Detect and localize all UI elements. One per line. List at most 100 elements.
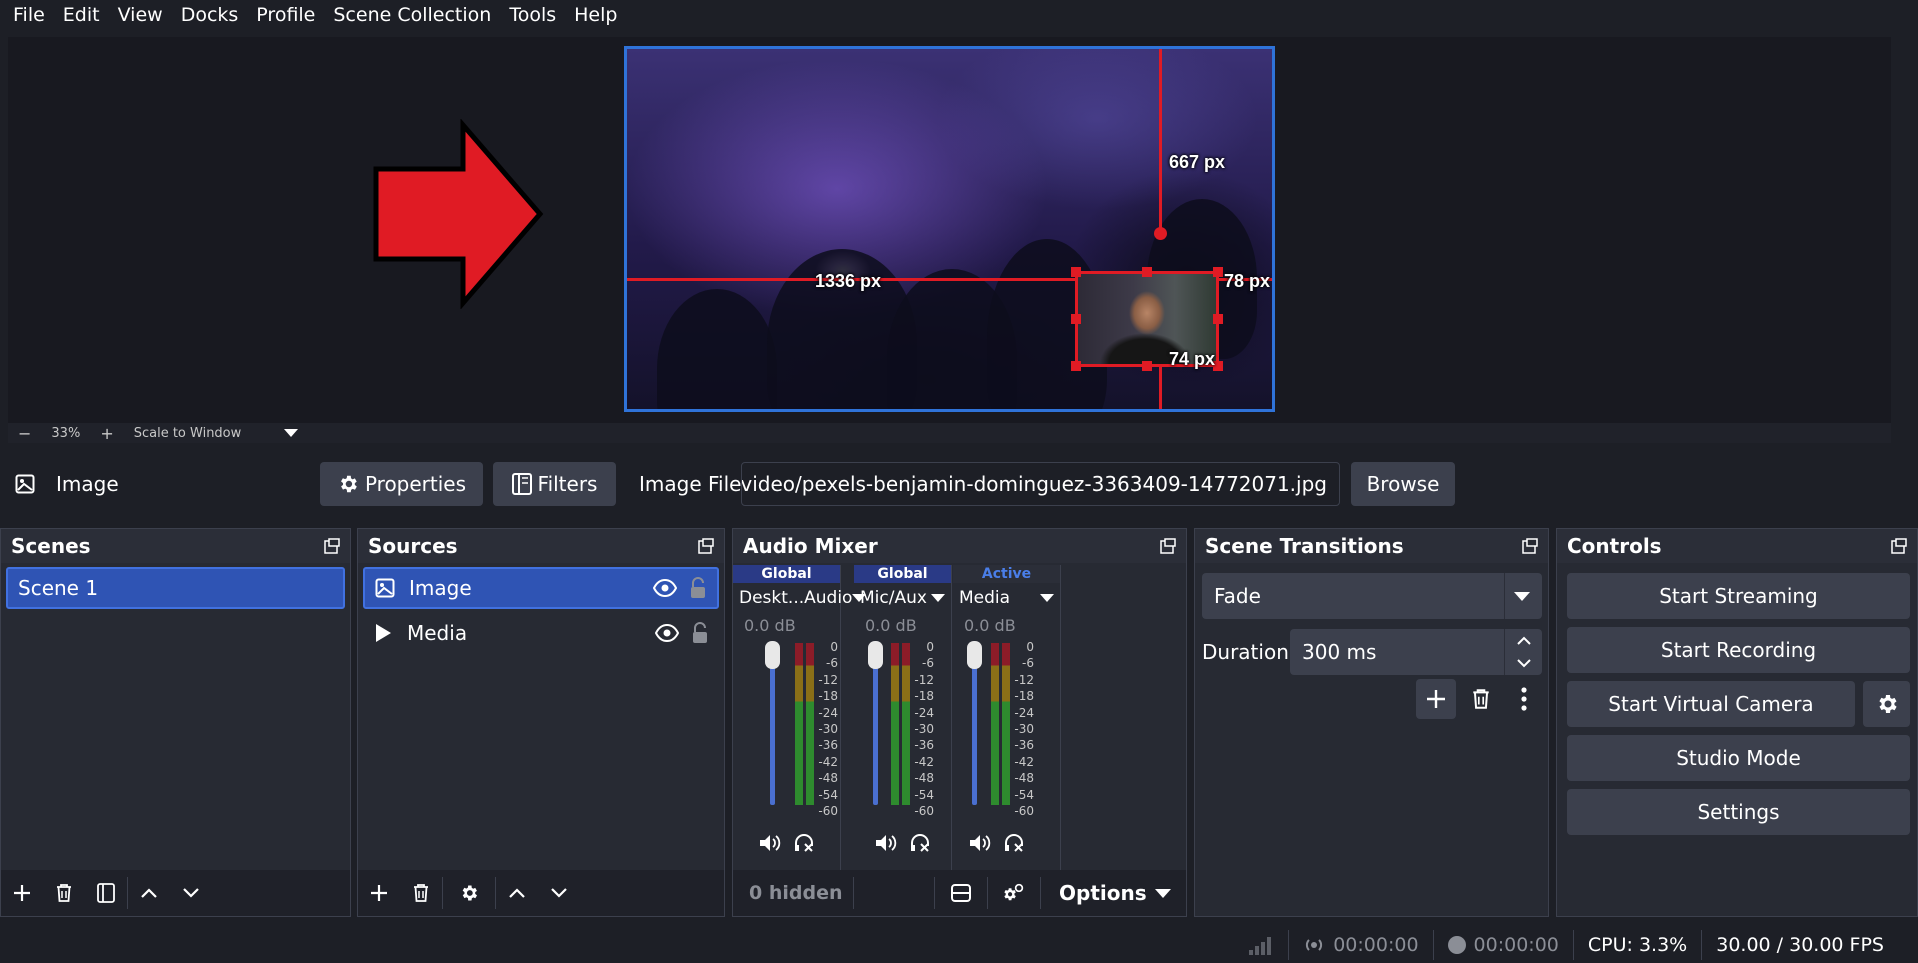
source-item-label: Media	[407, 621, 468, 645]
resize-handle-top-right[interactable]	[1213, 267, 1223, 277]
source-item-media[interactable]: Media	[363, 612, 719, 654]
chevron-down-icon[interactable]	[283, 429, 298, 437]
scale-tick: -24	[818, 705, 838, 720]
channel-icon-row	[733, 833, 841, 853]
scale-tick: -18	[914, 689, 934, 704]
menu-profile[interactable]: Profile	[247, 0, 324, 30]
scale-tick: -24	[914, 705, 934, 720]
transition-type-select[interactable]: Fade	[1202, 573, 1542, 619]
eye-icon[interactable]	[653, 579, 677, 597]
chevron-up-icon	[509, 888, 525, 898]
start-recording-button[interactable]: Start Recording	[1567, 627, 1910, 673]
scenes-dock-header: Scenes	[1, 529, 350, 563]
resize-handle-right[interactable]	[1213, 314, 1223, 324]
chevron-down-icon[interactable]	[1516, 657, 1532, 669]
browse-button[interactable]: Browse	[1351, 462, 1455, 506]
studio-mode-button[interactable]: Studio Mode	[1567, 735, 1910, 781]
scenes-title: Scenes	[11, 534, 91, 558]
duration-label: Duration	[1202, 640, 1289, 664]
volume-fader-handle[interactable]	[868, 641, 883, 669]
menu-scene-collection[interactable]: Scene Collection	[324, 0, 500, 30]
play-icon	[376, 624, 391, 642]
eye-icon[interactable]	[655, 624, 679, 642]
filters-button[interactable]: Filters	[493, 462, 616, 506]
scene-filters-button[interactable]	[85, 870, 127, 916]
virtual-camera-settings-button[interactable]	[1863, 681, 1910, 727]
image-source-bounds[interactable]: 667 px 1336 px 78 px 74 px	[624, 46, 1275, 412]
zoom-in-button[interactable]: +	[90, 424, 123, 443]
move-scene-down-button[interactable]	[170, 870, 212, 916]
lock-icon[interactable]	[691, 622, 709, 644]
start-streaming-button[interactable]: Start Streaming	[1567, 573, 1910, 619]
remove-scene-button[interactable]	[43, 870, 85, 916]
image-file-field[interactable]: rive/video/pexels-benjamin-dominguez-336…	[741, 462, 1340, 506]
chevron-up-icon	[141, 888, 157, 898]
undock-icon[interactable]	[1160, 538, 1176, 554]
undock-icon[interactable]	[1522, 538, 1538, 554]
headphones-off-icon[interactable]	[1003, 833, 1025, 853]
duration-spinbox[interactable]: 300 ms	[1290, 629, 1542, 675]
preview-canvas[interactable]: 667 px 1336 px 78 px 74 px	[8, 37, 1891, 423]
source-properties-button[interactable]	[443, 870, 495, 916]
volume-fader-handle[interactable]	[765, 641, 780, 669]
audio-mixer-toolbar: 0 hidden Options	[733, 870, 1186, 916]
remove-source-button[interactable]	[400, 870, 442, 916]
selected-source-name: Image	[56, 472, 119, 496]
speaker-icon[interactable]	[969, 833, 991, 853]
scene-item-label: Scene 1	[18, 576, 99, 600]
add-scene-button[interactable]	[1, 870, 43, 916]
properties-button[interactable]: Properties	[320, 462, 483, 506]
resize-handle-bottom[interactable]	[1142, 361, 1152, 371]
resize-handle-left[interactable]	[1071, 314, 1081, 324]
scene-item[interactable]: Scene 1	[6, 567, 345, 609]
undock-icon[interactable]	[324, 538, 340, 554]
menu-help[interactable]: Help	[565, 0, 626, 30]
move-source-down-button[interactable]	[538, 870, 580, 916]
scale-tick: -48	[1014, 771, 1034, 786]
resize-handle-bottom-left[interactable]	[1071, 361, 1081, 371]
mixer-channel-media: Active Media 0.0 dB 0 -6 -12 -18 -24 -30 -36 -4…	[953, 565, 1061, 870]
chevron-up-icon[interactable]	[1516, 635, 1532, 647]
speaker-icon[interactable]	[759, 833, 781, 853]
scale-tick: -12	[1014, 672, 1034, 687]
headphones-off-icon[interactable]	[793, 833, 815, 853]
source-item-image[interactable]: Image	[363, 567, 719, 609]
add-source-button[interactable]	[358, 870, 400, 916]
channel-name-select[interactable]: Deskt...Audio	[733, 583, 867, 613]
scale-tick: -60	[914, 804, 934, 819]
speaker-icon[interactable]	[875, 833, 897, 853]
menu-file[interactable]: File	[4, 0, 54, 30]
volume-fader-handle[interactable]	[967, 641, 982, 669]
scale-mode-select[interactable]: Scale to Window	[124, 426, 284, 441]
scale-tick: -24	[1014, 705, 1034, 720]
menu-view[interactable]: View	[109, 0, 172, 30]
cpu-usage: CPU: 3.3%	[1572, 929, 1701, 960]
undock-icon[interactable]	[698, 538, 714, 554]
red-arrow-shape[interactable]	[368, 119, 548, 309]
mixer-channel-desktop-audio: Global Deskt...Audio 0.0 dB 0 -6 -12 -18 -24…	[733, 565, 867, 870]
lock-icon[interactable]	[689, 577, 707, 599]
move-scene-up-button[interactable]	[128, 870, 170, 916]
audio-mixer-title: Audio Mixer	[743, 534, 878, 558]
remove-transition-button[interactable]	[1461, 679, 1501, 719]
resize-handle-top[interactable]	[1142, 267, 1152, 277]
settings-button[interactable]: Settings	[1567, 789, 1910, 835]
undock-icon[interactable]	[1891, 538, 1907, 554]
menu-tools[interactable]: Tools	[500, 0, 565, 30]
menu-docks[interactable]: Docks	[172, 0, 248, 30]
zoom-out-button[interactable]: −	[8, 424, 41, 443]
add-transition-button[interactable]	[1416, 679, 1456, 719]
channel-name-select[interactable]: Media	[953, 583, 1060, 613]
mixer-options-button[interactable]: Options	[1041, 881, 1171, 905]
headphones-off-icon[interactable]	[909, 833, 931, 853]
menu-edit[interactable]: Edit	[54, 0, 109, 30]
resize-handle-top-left[interactable]	[1071, 267, 1081, 277]
transition-more-button[interactable]	[1506, 679, 1542, 719]
mixer-advanced-button[interactable]	[988, 870, 1040, 916]
channel-name-select[interactable]: Mic/Aux	[854, 583, 951, 613]
start-virtual-camera-button[interactable]: Start Virtual Camera	[1567, 681, 1855, 727]
controls-dock: Controls Start Streaming Start Recording…	[1556, 528, 1918, 917]
move-source-up-button[interactable]	[496, 870, 538, 916]
mixer-layout-button[interactable]	[935, 870, 987, 916]
controls-title: Controls	[1567, 534, 1662, 558]
